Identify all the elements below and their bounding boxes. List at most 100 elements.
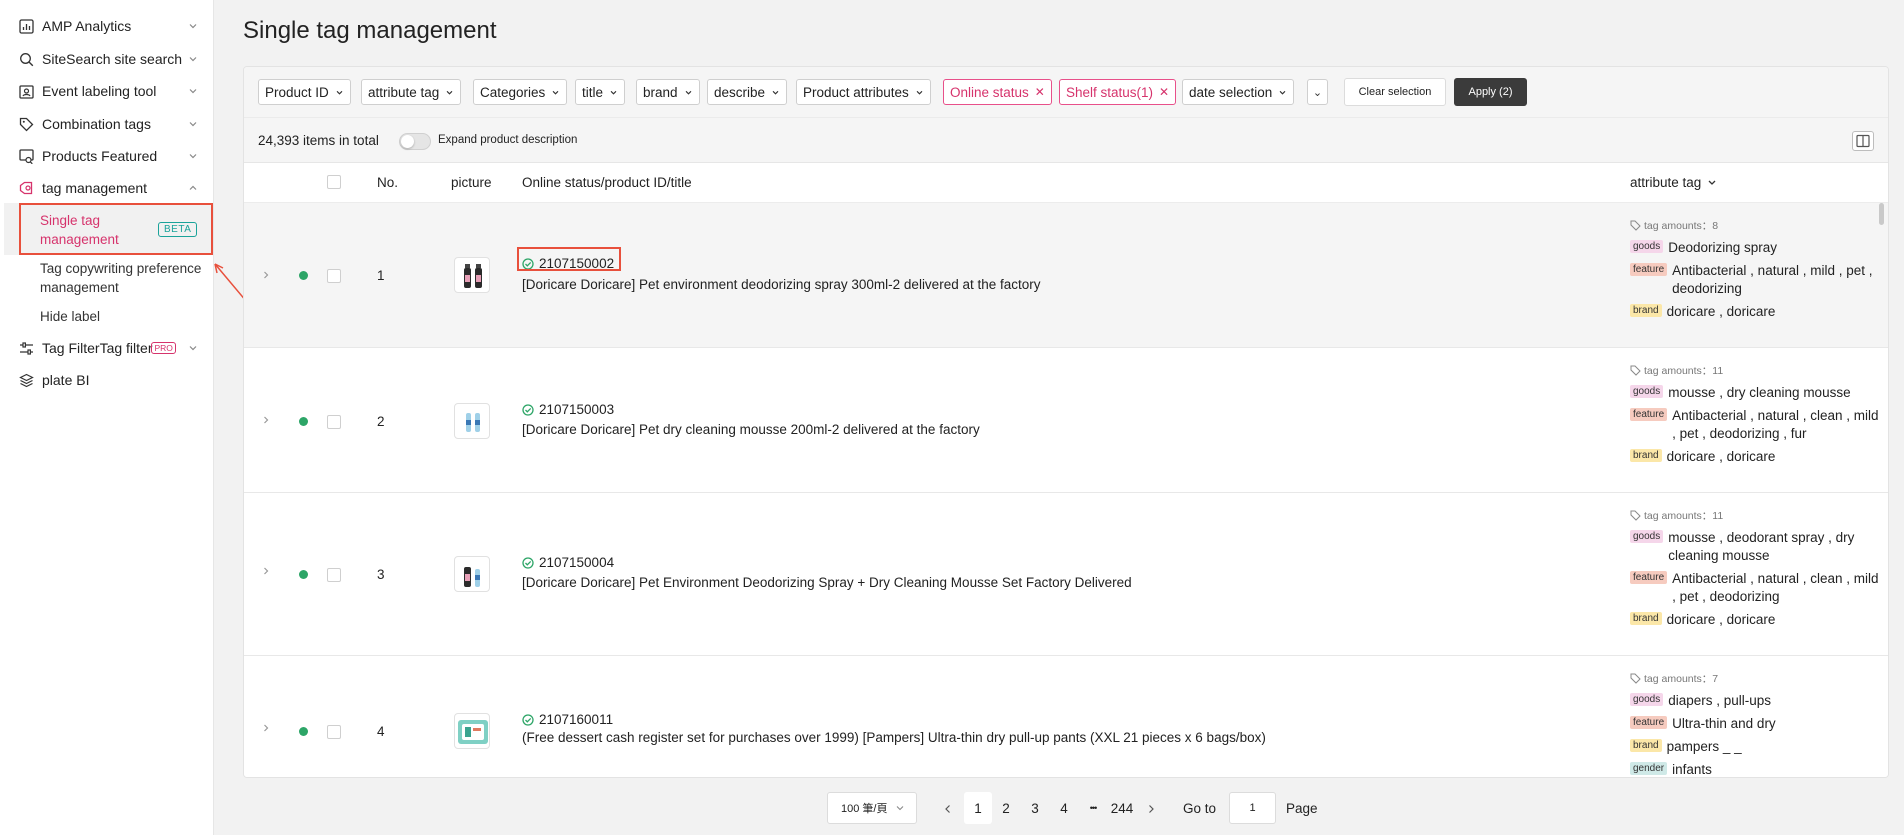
filter-online-status[interactable]: Online status ✕ <box>943 79 1052 105</box>
chart-icon <box>18 18 34 34</box>
tag-line: gender infants <box>1630 761 1885 777</box>
filter-describe[interactable]: describe <box>707 79 788 105</box>
product-id[interactable]: 2107160011 <box>522 712 613 727</box>
row-checkbox[interactable] <box>327 415 341 429</box>
filter-title[interactable]: title <box>575 79 626 105</box>
th-picture: picture <box>451 175 492 190</box>
page-size-select[interactable]: 100 筆/頁 <box>827 792 917 824</box>
row-number: 3 <box>377 567 385 582</box>
page-ellipsis[interactable]: ••• <box>1079 792 1107 824</box>
tag-type-pill: goods <box>1630 693 1664 706</box>
highlight-box-product-id <box>517 247 621 271</box>
product-title: [Doricare Doricare] Pet dry cleaning mou… <box>522 422 980 437</box>
chevron-down-icon[interactable] <box>186 149 200 163</box>
tag-icon <box>1630 510 1641 521</box>
chevron-down-icon[interactable] <box>186 52 200 66</box>
nav-label: Tag FilterTag filter <box>42 340 153 356</box>
main-panel: Product ID attribute tag Categories titl… <box>243 66 1889 778</box>
product-id[interactable]: 2107150004 <box>522 555 614 570</box>
table-row[interactable]: 3 2107150004 [Doricare Doricare] Pet Env… <box>244 493 1888 656</box>
apply-button[interactable]: Apply (2) <box>1454 78 1527 106</box>
next-page-icon[interactable] <box>1145 803 1157 815</box>
nav-combination-tags[interactable]: Combination tags <box>0 109 214 139</box>
filter-label: Online status <box>950 84 1029 100</box>
product-id[interactable]: 2107150003 <box>522 402 614 417</box>
nav-products-featured[interactable]: Products Featured <box>0 141 214 171</box>
prev-page-icon[interactable] <box>942 803 954 815</box>
close-icon[interactable]: ✕ <box>1159 85 1169 99</box>
page-1[interactable]: 1 <box>964 792 992 824</box>
table-row[interactable]: 1 2107150002 [Doricare Doricare] Pet env… <box>244 203 1888 348</box>
tag-line: brand pampers _ _ <box>1630 738 1885 756</box>
chevron-down-icon <box>610 90 617 95</box>
th-attribute-tag[interactable]: attribute tag <box>1630 175 1719 190</box>
filter-categories[interactable]: Categories <box>473 79 568 105</box>
table-row[interactable]: 2 2107150003 [Doricare Doricare] Pet dry… <box>244 348 1888 493</box>
nav-label: plate BI <box>42 372 90 388</box>
select-all-checkbox[interactable] <box>327 175 341 189</box>
filter-more-button[interactable]: ⌄ <box>1307 79 1328 105</box>
tag-value: doricare , doricare <box>1666 304 1776 319</box>
page-2[interactable]: 2 <box>992 792 1020 824</box>
sidebar-item-hide-label[interactable]: Hide label <box>40 307 100 326</box>
pro-badge: PRO <box>151 342 176 354</box>
nav-sitesearch[interactable]: SiteSearch site search <box>0 44 214 74</box>
chevron-right-icon[interactable] <box>261 270 271 280</box>
chevron-down-icon[interactable] <box>186 341 200 355</box>
tag-type-pill: feature <box>1630 716 1668 729</box>
chevron-up-icon[interactable] <box>186 181 200 195</box>
nav-tag-management[interactable]: tag management <box>0 173 214 203</box>
filter-label: Product ID <box>265 84 329 100</box>
filter-label: attribute tag <box>368 84 440 100</box>
filter-product-attributes[interactable]: Product attributes <box>796 79 931 105</box>
expand-description-toggle[interactable] <box>399 133 431 150</box>
tag-line: feature Antibacterial , natural , clean ,… <box>1630 407 1885 443</box>
tag-line: goods mousse , deodorant spray , dry clea… <box>1630 529 1885 565</box>
online-status-dot <box>299 570 308 579</box>
page-size-value: 100 筆/頁 <box>841 803 888 815</box>
tag-line: brand doricare , doricare <box>1630 303 1885 321</box>
clear-selection-button[interactable]: Clear selection <box>1344 78 1446 106</box>
filter-label: title <box>582 84 604 100</box>
filter-brand[interactable]: brand <box>636 79 700 105</box>
table-row[interactable]: 4 2107160011 (Free dessert cash register… <box>244 656 1888 777</box>
tag-value: doricare , doricare <box>1666 612 1776 627</box>
page-4[interactable]: 4 <box>1050 792 1078 824</box>
row-checkbox[interactable] <box>327 269 341 283</box>
chevron-right-icon[interactable] <box>261 415 271 425</box>
sidebar-item-tag-copywriting[interactable]: Tag copywriting preference management <box>40 259 210 297</box>
tag-amount: tag amounts：11 <box>1630 508 1885 523</box>
chevron-down-icon[interactable] <box>186 117 200 131</box>
filter-attribute-tag[interactable]: attribute tag <box>361 79 462 105</box>
tag-icon <box>1630 220 1641 231</box>
tag-value: Antibacterial , natural , mild , pet , d… <box>1672 263 1873 296</box>
tag-type-pill: gender <box>1630 762 1668 775</box>
page-last[interactable]: 244 <box>1107 792 1137 824</box>
nav-plate-bi[interactable]: plate BI <box>0 365 214 395</box>
chevron-right-icon[interactable] <box>261 566 271 576</box>
nav-tag-filter[interactable]: Tag FilterTag filter PRO <box>0 333 214 363</box>
tag-list: tag amounts：7 goods diapers , pull-ups fe… <box>1630 671 1885 777</box>
goto-page-input[interactable]: 1 <box>1229 792 1276 824</box>
row-checkbox[interactable] <box>327 725 341 739</box>
filter-date-selection[interactable]: date selection <box>1182 79 1295 105</box>
chevron-down-icon <box>1279 90 1286 95</box>
online-status-dot <box>299 271 308 280</box>
column-settings-button[interactable] <box>1852 131 1874 151</box>
close-icon[interactable]: ✕ <box>1035 85 1045 99</box>
featured-icon <box>18 148 34 164</box>
chevron-down-icon[interactable] <box>186 84 200 98</box>
nav-event-labeling[interactable]: Event labeling tool <box>0 76 214 106</box>
filter-product-id[interactable]: Product ID <box>258 79 351 105</box>
tag-type-pill: brand <box>1630 739 1662 752</box>
scrollbar-thumb[interactable] <box>1879 203 1884 225</box>
nav-label: Event labeling tool <box>42 83 157 99</box>
filter-label: Shelf status(1) <box>1066 84 1154 100</box>
row-checkbox[interactable] <box>327 568 341 582</box>
filter-shelf-status[interactable]: Shelf status(1) ✕ <box>1059 79 1177 105</box>
page-3[interactable]: 3 <box>1021 792 1049 824</box>
chevron-right-icon[interactable] <box>261 723 271 733</box>
goto-label: Go to <box>1183 800 1217 816</box>
nav-amp-analytics[interactable]: AMP Analytics <box>0 11 214 41</box>
chevron-down-icon[interactable] <box>186 19 200 33</box>
